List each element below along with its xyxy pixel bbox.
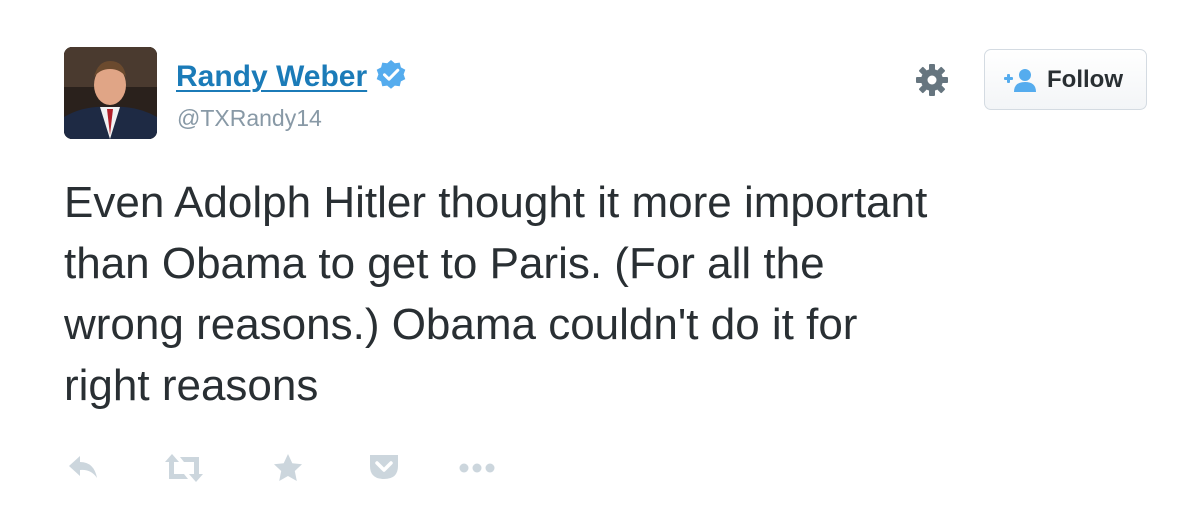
add-user-icon [1003,68,1037,92]
tweet-card: Randy Weber @TXRandy14 Follow Even Adolp… [0,0,1200,507]
verified-badge-icon [375,59,407,91]
author-name-link[interactable]: Randy Weber [176,59,367,95]
author-name-row: Randy Weber [176,59,407,95]
follow-label: Follow [1047,65,1123,93]
favorite-star-icon[interactable] [270,452,306,484]
tweet-text-line: wrong reasons.) Obama couldn't do it for [64,300,858,349]
tweet-text-line: right reasons [64,361,319,410]
pocket-icon[interactable] [366,452,402,484]
tweet-text-line: than Obama to get to Paris. (For all the [64,239,825,288]
follow-button[interactable]: Follow [984,49,1147,110]
gear-icon[interactable] [915,63,949,97]
tweet-text-line: Even Adolph Hitler thought it more impor… [64,178,928,227]
reply-icon[interactable] [66,452,102,484]
more-dots-icon[interactable] [458,452,495,484]
avatar[interactable] [64,47,157,139]
author-handle[interactable]: @TXRandy14 [177,104,322,132]
retweet-icon[interactable] [164,452,203,484]
tweet-text: Even Adolph Hitler thought it more impor… [64,172,1164,416]
